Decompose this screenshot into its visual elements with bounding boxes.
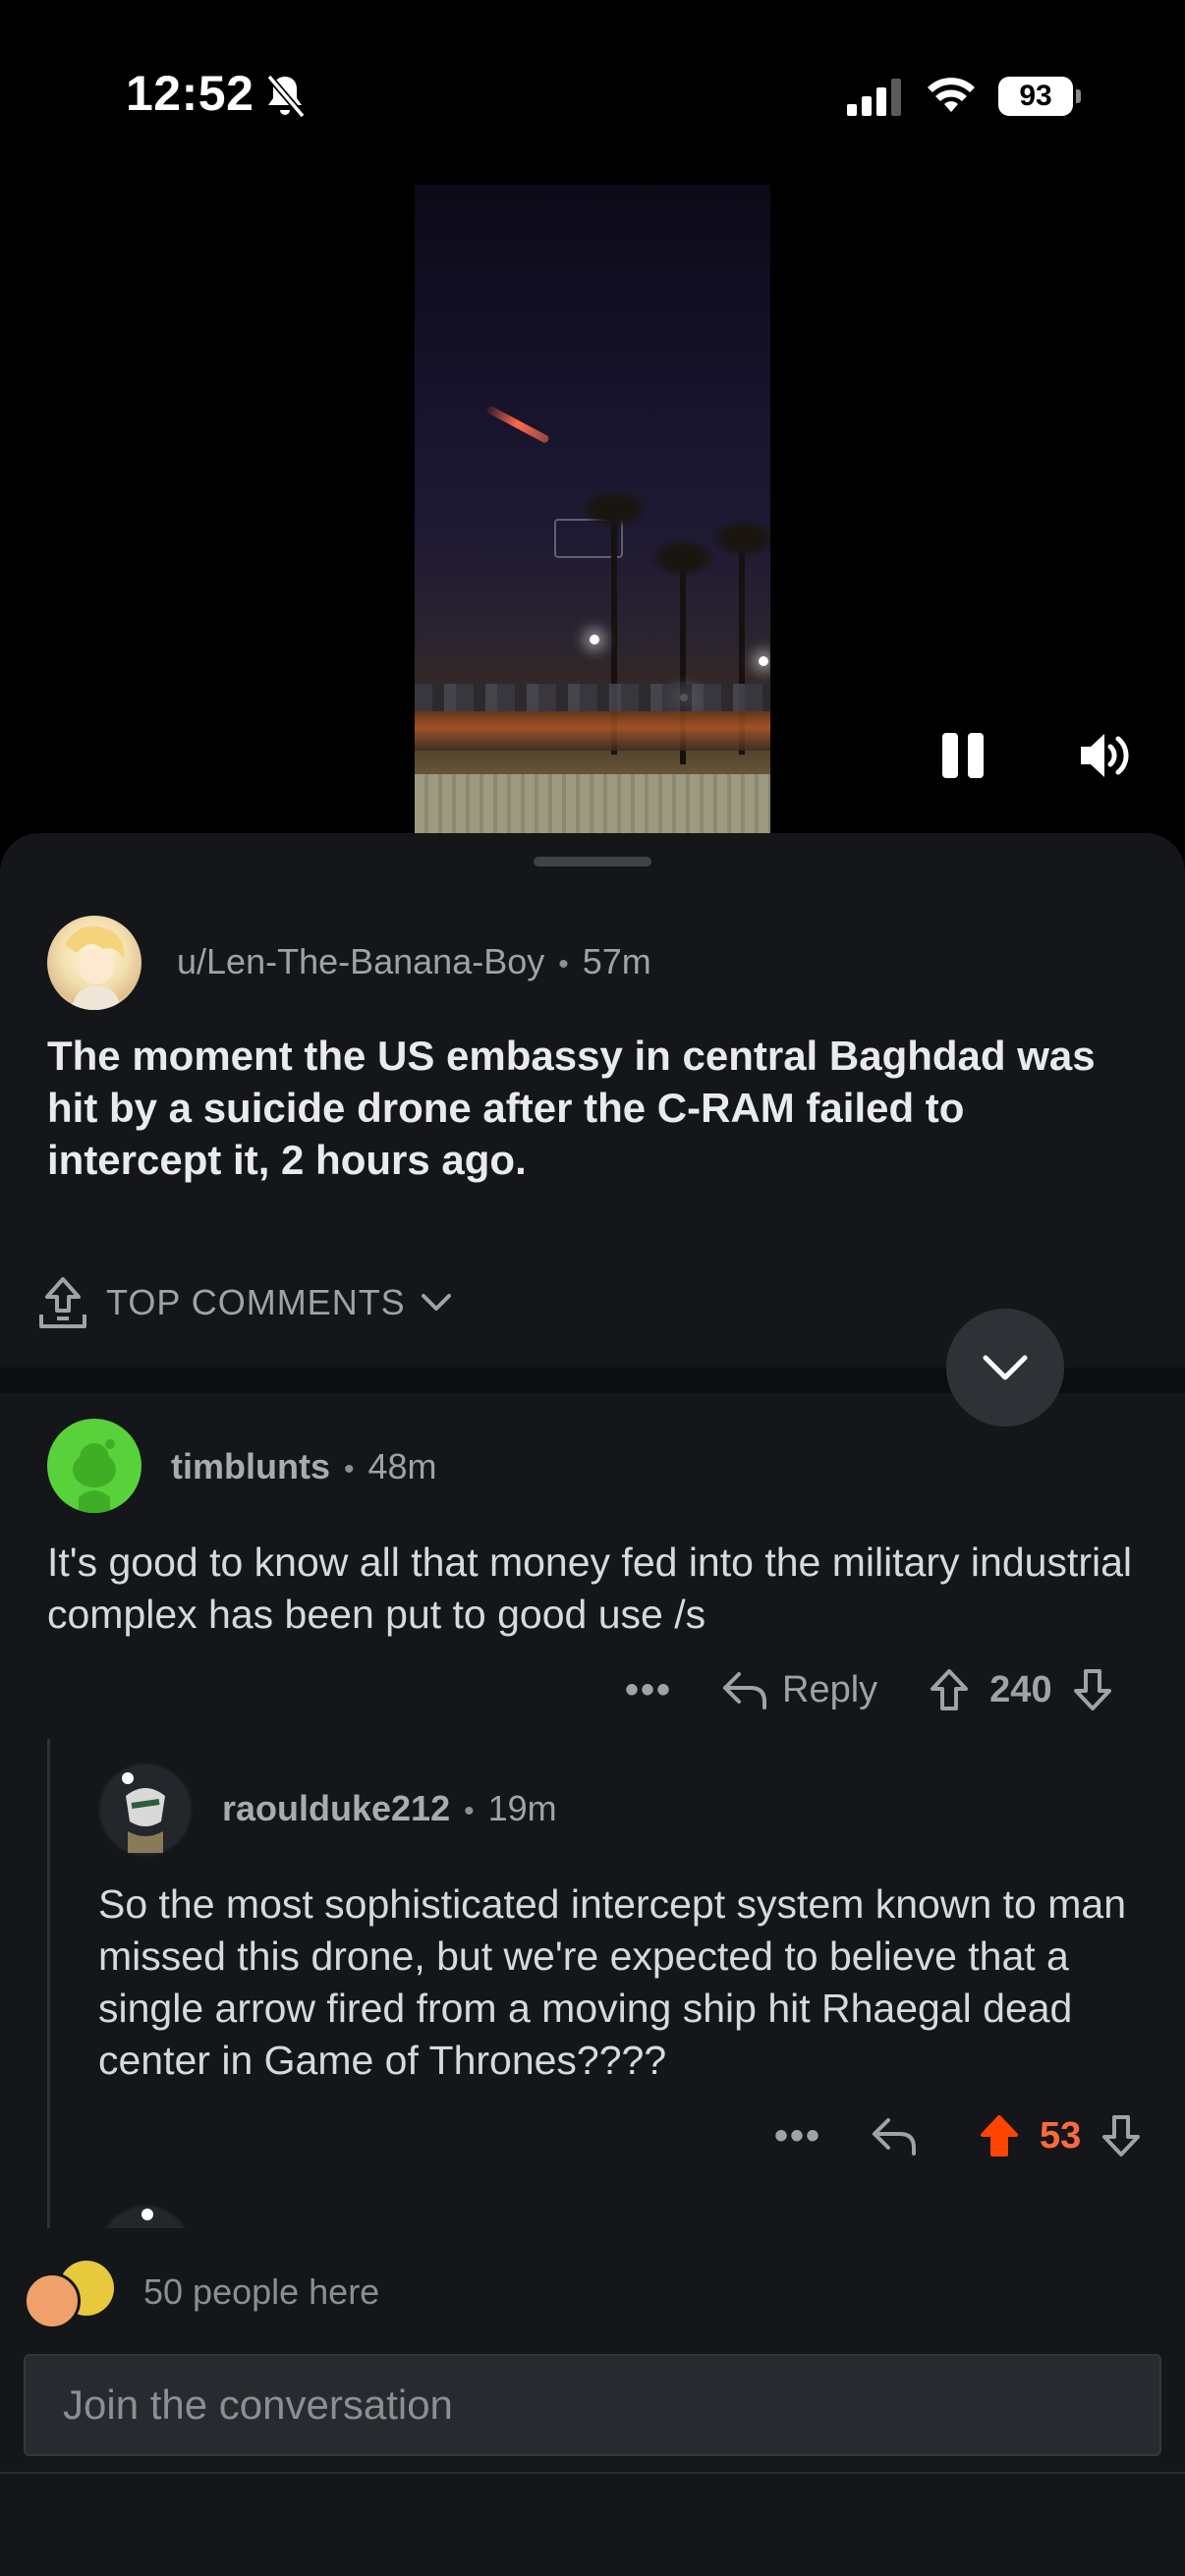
upvote-icon[interactable]	[927, 1667, 972, 1712]
comment-body: So the most sophisticated intercept syst…	[98, 1881, 1127, 2083]
bell-slash-icon	[266, 74, 306, 119]
comment-age: 19m	[487, 1788, 557, 1828]
chevron-down-icon	[421, 1294, 451, 1311]
downvote-icon[interactable]	[1070, 1667, 1115, 1712]
presence-indicator: 50 people here	[24, 2248, 379, 2336]
wifi-icon	[928, 78, 975, 112]
more-options-button[interactable]: •••	[625, 1668, 672, 1712]
comment-meta: raoulduke212 • 19m	[222, 1788, 557, 1829]
comment-actions: ••• 53	[774, 2106, 1144, 2165]
jump-to-next-comment-button[interactable]	[946, 1309, 1064, 1427]
comment-sort-control[interactable]: TOP COMMENTS	[35, 1273, 455, 1332]
status-bar: 12:52 93	[0, 0, 1185, 187]
post-author-avatar[interactable]	[47, 916, 141, 1010]
reply-icon	[873, 2118, 917, 2156]
post-meta: u/Len-The-Banana-Boy • 57m	[177, 941, 651, 982]
comment-body: It's good to know all that money fed int…	[47, 1540, 1132, 1637]
upvote-icon-active[interactable]	[977, 2113, 1022, 2158]
comment-score: 53	[1040, 2114, 1082, 2156]
comment-age: 48m	[367, 1446, 437, 1486]
comment-author[interactable]: timblunts	[171, 1446, 330, 1486]
separator-dot: •	[343, 1453, 355, 1485]
more-options-button[interactable]: •••	[774, 2114, 821, 2158]
comment-meta: timblunts • 48m	[171, 1446, 437, 1487]
divider	[0, 2472, 1185, 2474]
separator-dot: •	[558, 948, 569, 980]
post-title: The moment the US embassy in central Bag…	[47, 1033, 1096, 1183]
status-time: 12:52	[126, 66, 254, 121]
post-author[interactable]: u/Len-The-Banana-Boy	[177, 941, 544, 981]
presence-avatars	[24, 2253, 122, 2331]
reply-label: Reply	[782, 1668, 878, 1710]
video-player[interactable]	[415, 185, 770, 833]
thread-line[interactable]	[47, 1739, 50, 2230]
comment-actions: ••• Reply 240	[625, 1660, 1115, 1719]
pause-icon[interactable]	[938, 733, 988, 778]
app-screen: 12:52 93 u/Len-The-Banana-Boy • 57m The …	[0, 0, 1185, 2576]
downvote-icon[interactable]	[1099, 2113, 1144, 2158]
battery-icon: 93	[998, 77, 1081, 116]
comment-author[interactable]: raoulduke212	[222, 1788, 450, 1828]
reply-button[interactable]	[871, 2116, 931, 2156]
reply-button[interactable]: Reply	[721, 1669, 877, 1711]
post-age: 57m	[582, 941, 651, 981]
vote-controls: 240	[927, 1667, 1114, 1712]
comment-author-avatar[interactable]	[47, 1419, 141, 1513]
sheet-grab-handle[interactable]	[534, 857, 651, 867]
battery-level: 93	[998, 77, 1073, 116]
presence-count: 50 people here	[143, 2271, 380, 2312]
comment-score: 240	[989, 1668, 1052, 1710]
sort-label: TOP COMMENTS	[106, 1282, 406, 1322]
drone-streak	[485, 405, 550, 444]
conversation-panel: 50 people here	[0, 2228, 1185, 2576]
award-icon	[39, 1277, 86, 1328]
reply-icon	[723, 1672, 767, 1709]
chevron-down-icon	[983, 1355, 1028, 1380]
volume-icon[interactable]	[1077, 731, 1134, 780]
separator-dot: •	[464, 1795, 475, 1827]
presence-avatar	[24, 2272, 81, 2329]
comment-composer-input[interactable]	[24, 2354, 1161, 2456]
cellular-signal-icon	[847, 79, 901, 116]
comment-author-avatar[interactable]	[98, 1763, 193, 1857]
vote-controls: 53	[977, 2113, 1144, 2158]
